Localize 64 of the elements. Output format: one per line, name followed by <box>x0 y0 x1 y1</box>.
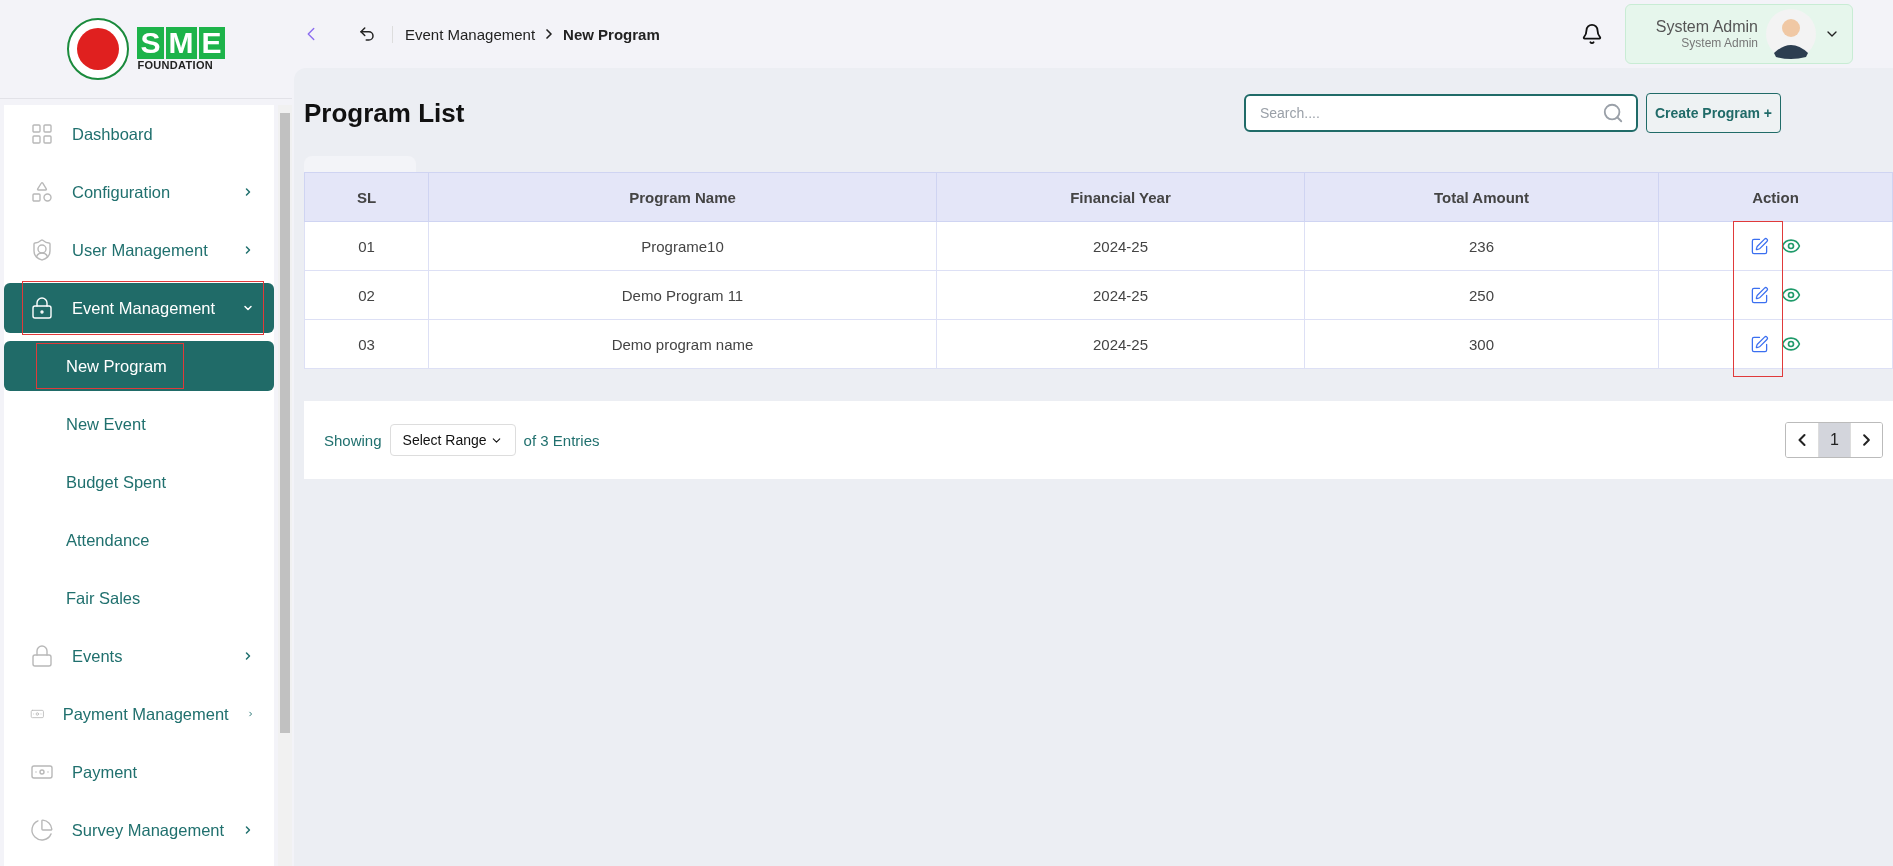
sidebar-item[interactable]: Payment <box>4 747 274 797</box>
sidebar-item[interactable]: Configuration <box>4 167 274 217</box>
sidebar-item[interactable]: User Management <box>4 225 274 275</box>
padlock-icon <box>30 296 54 320</box>
column-header: Action <box>1658 172 1893 222</box>
edit-button[interactable] <box>1750 236 1769 256</box>
breadcrumb-item[interactable]: Event Management <box>405 25 536 43</box>
pie-chart-icon <box>30 818 54 842</box>
user-name: System Admin <box>1655 18 1758 36</box>
column-header: Program Name <box>428 172 937 222</box>
table-cell: 2024-25 <box>936 221 1305 271</box>
table-cell: 2024-25 <box>936 270 1305 320</box>
showing-label: Showing <box>324 431 382 449</box>
shield-icon <box>30 238 54 262</box>
padlock-icon <box>30 644 54 668</box>
column-header: Total Amount <box>1304 172 1659 222</box>
view-button[interactable] <box>1781 285 1801 305</box>
back-button[interactable] <box>358 25 376 43</box>
table-cell: Programe10 <box>428 221 937 271</box>
sidebar-item[interactable]: Event Management <box>4 283 274 333</box>
sidebar-subitem[interactable]: Budget Spent <box>4 457 274 507</box>
logo-letter: S <box>137 27 164 59</box>
column-header: SL <box>304 172 429 222</box>
sidebar-item[interactable]: Payment Management <box>4 689 274 739</box>
logo-letter: E <box>198 27 225 59</box>
sidebar-subitem[interactable]: Fair Sales <box>4 573 274 623</box>
sidebar-item[interactable]: Events <box>4 631 274 681</box>
sidebar-subitem[interactable]: Attendance <box>4 515 274 565</box>
sidebar-item[interactable]: Dashboard <box>4 109 274 159</box>
logo-subtitle: FOUNDATION <box>137 59 213 71</box>
edit-button[interactable] <box>1750 334 1769 354</box>
table-cell: 250 <box>1304 270 1659 320</box>
page-title: Program List <box>304 97 466 129</box>
table-cell: Demo Program 11 <box>428 270 937 320</box>
sidebar-subitem[interactable]: New Event <box>4 399 274 449</box>
table-cell: Demo program name <box>428 319 937 369</box>
shapes-icon <box>30 180 54 204</box>
search-field[interactable]: Search.... <box>1243 94 1638 132</box>
scrollbar[interactable] <box>278 105 292 866</box>
breadcrumb-item: New Program <box>563 25 660 43</box>
logo-letter: M <box>165 27 197 59</box>
user-menu[interactable]: System Admin System Admin <box>1624 4 1853 64</box>
next-page-button[interactable] <box>1850 423 1882 457</box>
sidebar-item[interactable]: Survey Management <box>4 805 274 855</box>
page-button[interactable]: 1 <box>1818 423 1850 457</box>
table-cell: 236 <box>1304 221 1659 271</box>
table-cell: 03 <box>304 319 429 369</box>
column-header: Financial Year <box>936 172 1305 222</box>
user-role: System Admin <box>1681 36 1758 50</box>
table-cell: 02 <box>304 270 429 320</box>
table-cell: 01 <box>304 221 429 271</box>
create-program-button[interactable]: Create Program + <box>1645 93 1781 133</box>
avatar-silhouette <box>1766 9 1816 59</box>
sidebar-subitem[interactable]: New Program <box>4 341 274 391</box>
search-icon <box>1601 102 1624 124</box>
grid-icon <box>30 122 54 146</box>
notification-button[interactable] <box>1580 23 1603 45</box>
view-button[interactable] <box>1781 236 1801 256</box>
entries-label: of 3 Entries <box>523 431 600 449</box>
view-button[interactable] <box>1781 334 1801 354</box>
range-dropdown[interactable]: Select Range <box>389 424 516 456</box>
table-cell: 300 <box>1304 319 1659 369</box>
table-cell: 2024-25 <box>936 319 1305 369</box>
edit-button[interactable] <box>1750 285 1769 305</box>
